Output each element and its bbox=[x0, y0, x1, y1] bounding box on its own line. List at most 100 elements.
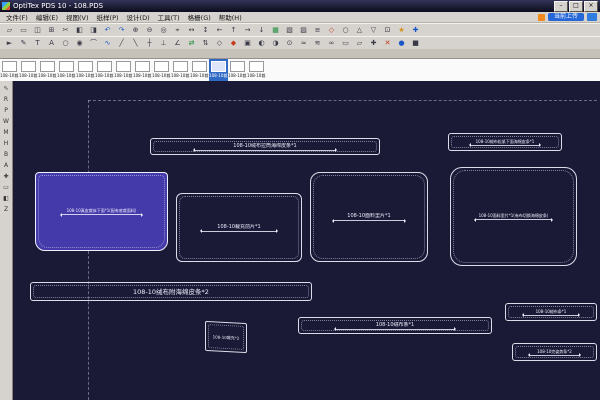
pattern-thumbnail[interactable]: 108-10裁 bbox=[57, 59, 76, 81]
menu-item[interactable]: 编辑(E) bbox=[32, 12, 62, 22]
toolbar-icon[interactable]: ⇅ bbox=[199, 37, 212, 49]
toolbar-icon[interactable]: ► bbox=[3, 37, 16, 49]
pattern-piece-top-right-strip[interactable]: 108-10绒布松紧下面海绵皮条*1 bbox=[448, 133, 562, 151]
toolbar-icon[interactable]: ◨ bbox=[87, 24, 100, 36]
toolbar-icon[interactable]: ∠ bbox=[171, 37, 184, 49]
toolbar-icon[interactable]: ◎ bbox=[157, 24, 170, 36]
toolbar-icon[interactable]: ▽ bbox=[367, 24, 380, 36]
toolbar-icon[interactable]: ⊡ bbox=[381, 24, 394, 36]
toolbar-icon[interactable]: ▦ bbox=[269, 24, 282, 36]
menu-item[interactable]: 帮助(H) bbox=[215, 12, 246, 22]
pattern-piece-right-strip-2[interactable]: 108-10完姿势条*2 bbox=[512, 343, 597, 361]
toolbar-icon[interactable]: ⇄ bbox=[185, 37, 198, 49]
toolbar-icon[interactable]: T bbox=[31, 37, 44, 49]
pattern-piece-front[interactable]: 108-10裁充前片*1 bbox=[176, 193, 302, 262]
upload-button[interactable]: 当前上传 bbox=[547, 13, 584, 21]
toolbar-icon[interactable]: ╲ bbox=[129, 37, 142, 49]
menu-item[interactable]: 视图(V) bbox=[62, 12, 93, 22]
toolbar-icon[interactable]: ◉ bbox=[73, 37, 86, 49]
toolbar-icon[interactable]: ∿ bbox=[101, 37, 114, 49]
tool-icon[interactable]: Z bbox=[1, 205, 11, 214]
toolbar-icon[interactable]: △ bbox=[353, 24, 366, 36]
close-button[interactable]: × bbox=[584, 0, 598, 12]
toolbar-icon[interactable]: ▭ bbox=[339, 37, 352, 49]
tool-icon[interactable]: A bbox=[1, 161, 11, 170]
toolbar-icon[interactable]: ◫ bbox=[31, 24, 44, 36]
toolbar-icon[interactable]: ⊕ bbox=[129, 24, 142, 36]
toolbar-icon[interactable]: → bbox=[241, 24, 254, 36]
toolbar-icon[interactable]: ✚ bbox=[367, 37, 380, 49]
toolbar-icon[interactable]: ↷ bbox=[115, 24, 128, 36]
pattern-thumbnail[interactable]: 108-10裁 bbox=[76, 59, 95, 81]
toolbar-icon[interactable]: ╱ bbox=[115, 37, 128, 49]
pattern-piece-top-strip[interactable]: 108-10绒布拉筒海绵皮条*1 bbox=[150, 138, 380, 155]
hot-key-icon[interactable] bbox=[537, 13, 545, 21]
menu-item[interactable]: 文件(F) bbox=[2, 12, 32, 22]
tool-icon[interactable]: M bbox=[1, 128, 11, 137]
menu-item[interactable]: 纸样(P) bbox=[93, 12, 123, 22]
pattern-thumbnail[interactable]: 108-10裁 bbox=[171, 59, 190, 81]
toolbar-icon[interactable]: ↑ bbox=[227, 24, 240, 36]
toolbar-icon[interactable]: ● bbox=[395, 37, 408, 49]
tool-icon[interactable]: ✚ bbox=[1, 172, 11, 181]
pattern-thumbnail[interactable]: 108-10裁 bbox=[152, 59, 171, 81]
pattern-thumbnail[interactable]: 108-10裁 bbox=[0, 59, 19, 81]
tool-icon[interactable]: ◧ bbox=[1, 194, 11, 203]
pattern-canvas[interactable]: 108-10绒布拉筒海绵皮条*1 108-10绒布松紧下面海绵皮条*1 108-… bbox=[13, 81, 600, 400]
tool-icon[interactable]: ▭ bbox=[1, 183, 11, 192]
toolbar-icon[interactable]: ○ bbox=[59, 37, 72, 49]
toolbar-icon[interactable]: ▨ bbox=[297, 24, 310, 36]
menu-item[interactable]: 工具(T) bbox=[154, 12, 184, 22]
pattern-thumbnail[interactable]: 108-10裁 bbox=[209, 59, 228, 81]
menu-item[interactable]: 设计(D) bbox=[123, 12, 154, 22]
toolbar-icon[interactable]: ⌒ bbox=[87, 37, 100, 49]
toolbar-icon[interactable]: A bbox=[45, 37, 58, 49]
toolbar-icon[interactable]: ← bbox=[213, 24, 226, 36]
toolbar-icon[interactable]: ▱ bbox=[3, 24, 16, 36]
toolbar-icon[interactable]: ⊞ bbox=[45, 24, 58, 36]
pattern-piece-right-strip-1[interactable]: 108-10绒布条*1 bbox=[505, 303, 597, 321]
toolbar-icon[interactable]: ↶ bbox=[101, 24, 114, 36]
toolbar-icon[interactable]: ⊙ bbox=[283, 37, 296, 49]
toolbar-icon[interactable]: ◧ bbox=[73, 24, 86, 36]
pattern-piece-bottom-strip[interactable]: 108-10绒布条*1 bbox=[298, 317, 492, 334]
toolbar-icon[interactable]: ⊥ bbox=[157, 37, 170, 49]
pattern-piece-lining-right[interactable]: 108-10面料里片*1(有布切换海绵皮条) bbox=[450, 167, 577, 266]
toolbar-icon[interactable]: ★ bbox=[395, 24, 408, 36]
toolbar-icon[interactable]: ≋ bbox=[311, 37, 324, 49]
toolbar-icon[interactable]: ▣ bbox=[241, 37, 254, 49]
toolbar-icon[interactable]: ↕ bbox=[199, 24, 212, 36]
maximize-button[interactable]: □ bbox=[569, 0, 583, 12]
pattern-thumbnail[interactable]: 108-10裁 bbox=[19, 59, 38, 81]
tool-icon[interactable]: R bbox=[1, 95, 11, 104]
cloud-icon[interactable] bbox=[587, 13, 597, 21]
pattern-thumbnail[interactable]: 108-10裁 bbox=[190, 59, 209, 81]
pattern-piece-trapezoid[interactable]: 108-10裁充*2 bbox=[205, 320, 247, 354]
tool-icon[interactable]: B bbox=[1, 150, 11, 159]
toolbar-icon[interactable]: ✎ bbox=[17, 37, 30, 49]
toolbar-icon[interactable]: ↓ bbox=[255, 24, 268, 36]
pattern-thumbnail[interactable]: 108-10裁 bbox=[133, 59, 152, 81]
toolbar-icon[interactable]: ▭ bbox=[17, 24, 30, 36]
toolbar-icon[interactable]: ≈ bbox=[297, 37, 310, 49]
toolbar-icon[interactable]: ▱ bbox=[353, 37, 366, 49]
toolbar-icon[interactable]: ◇ bbox=[325, 24, 338, 36]
tool-icon[interactable]: W bbox=[1, 117, 11, 126]
tool-icon[interactable]: ⇖ bbox=[1, 84, 11, 93]
pattern-thumbnail[interactable]: 108-10裁 bbox=[247, 59, 266, 81]
menu-item[interactable]: 格栅(G) bbox=[184, 12, 215, 22]
toolbar-icon[interactable]: ↔ bbox=[185, 24, 198, 36]
minimize-button[interactable]: – bbox=[554, 0, 568, 12]
toolbar-icon[interactable]: ⌖ bbox=[171, 24, 184, 36]
toolbar-icon[interactable]: ∞ bbox=[325, 37, 338, 49]
tool-icon[interactable]: H bbox=[1, 139, 11, 148]
pattern-thumbnail[interactable]: 108-10裁 bbox=[228, 59, 247, 81]
toolbar-icon[interactable]: ◐ bbox=[255, 37, 268, 49]
toolbar-icon[interactable]: ■ bbox=[409, 37, 422, 49]
toolbar-icon[interactable]: ✚ bbox=[409, 24, 422, 36]
toolbar-icon[interactable]: ◆ bbox=[227, 37, 240, 49]
pattern-thumbnail[interactable]: 108-10裁 bbox=[114, 59, 133, 81]
toolbar-icon[interactable]: ◑ bbox=[269, 37, 282, 49]
pattern-piece-long-strip[interactable]: 108-10绒布附海绵皮条*2 bbox=[30, 282, 312, 301]
toolbar-icon[interactable]: ▧ bbox=[283, 24, 296, 36]
